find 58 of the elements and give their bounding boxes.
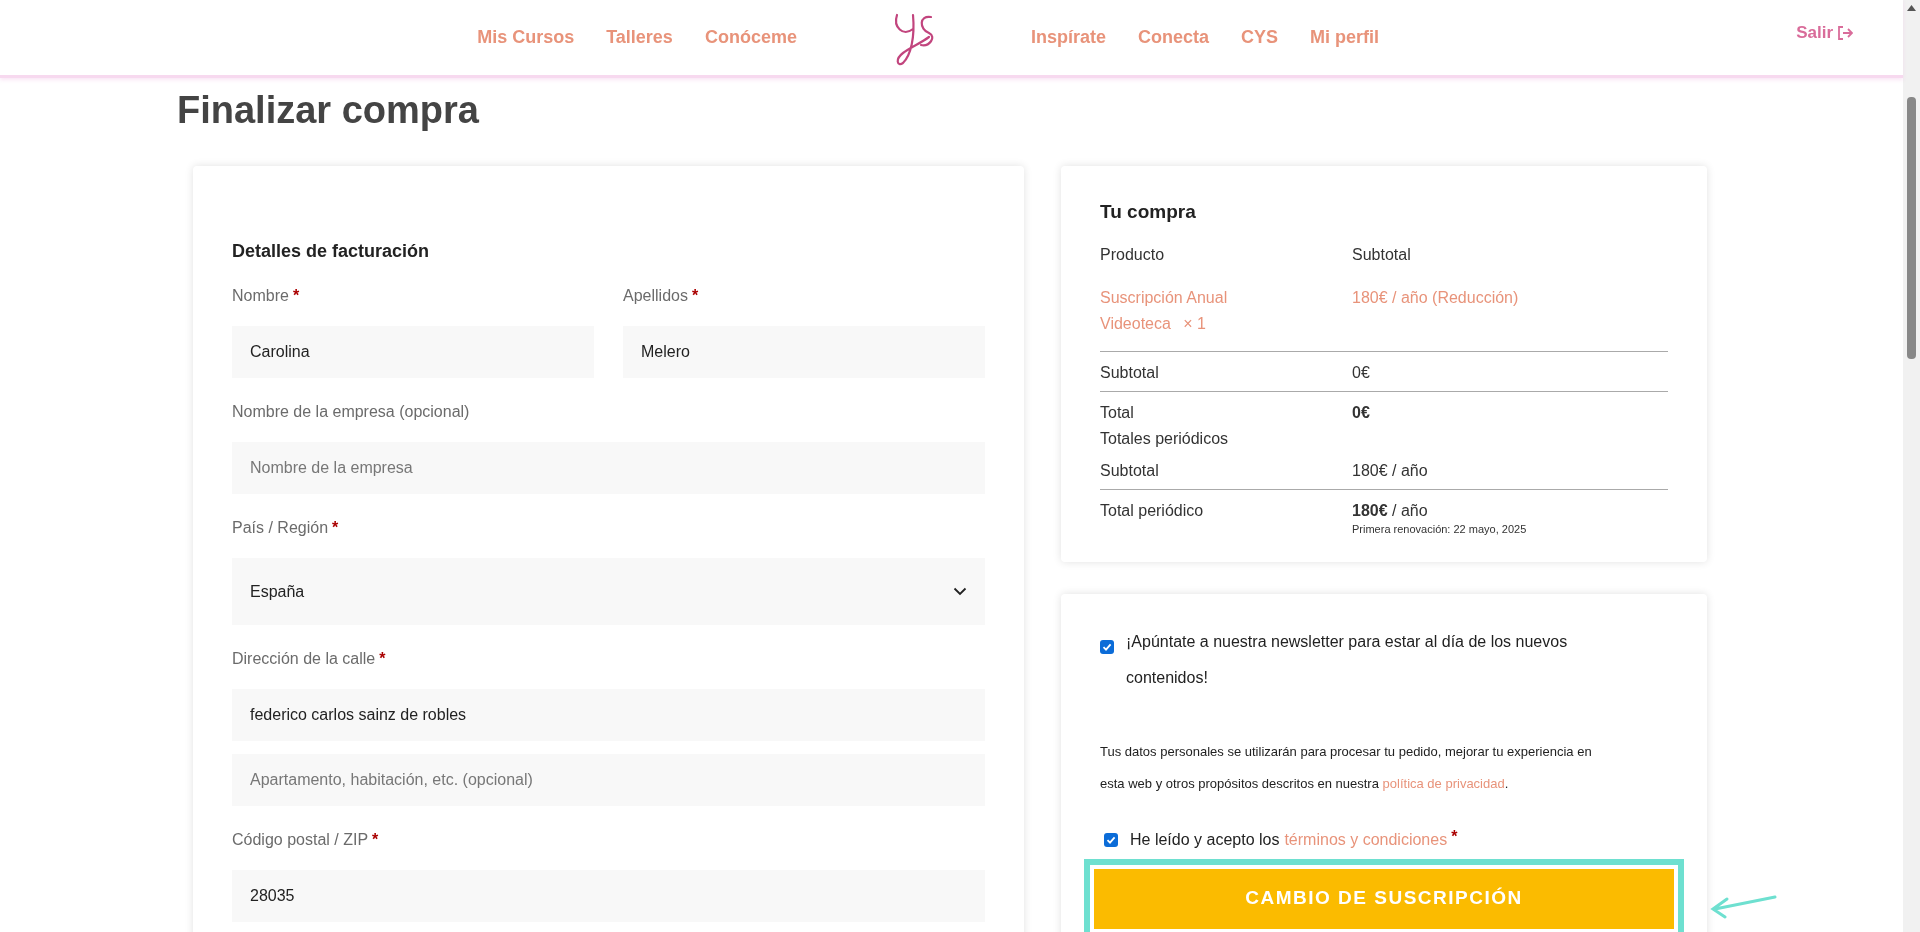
page-title: Finalizar compra bbox=[177, 88, 480, 133]
summary-label: Total periódico bbox=[1100, 500, 1205, 521]
required-mark: * bbox=[372, 830, 379, 850]
field-label: Código postal / ZIP bbox=[232, 830, 369, 850]
summary-label: Total bbox=[1100, 402, 1135, 423]
checkbox[interactable] bbox=[1104, 832, 1118, 847]
product-price: 180€ / año (Reducción) bbox=[1352, 287, 1519, 308]
logout-link[interactable]: Salir bbox=[1796, 19, 1853, 46]
input-field[interactable]: Melero bbox=[623, 326, 985, 378]
nav-link[interactable]: Inspírate bbox=[1030, 24, 1106, 51]
product-name: Suscripción Anual Videoteca × 1 bbox=[1100, 288, 1228, 332]
scrollbar-thumb[interactable] bbox=[1907, 97, 1916, 359]
field-label: País / Región bbox=[232, 518, 329, 538]
terms-link[interactable]: términos y condiciones bbox=[1284, 827, 1448, 852]
scrollbar[interactable] bbox=[1903, 0, 1920, 932]
checkbox[interactable] bbox=[1100, 639, 1114, 654]
renewal-note: Primera renovación: 22 mayo, 2025 bbox=[1352, 522, 1527, 536]
privacy-policy-link[interactable]: política de privacidad bbox=[1382, 775, 1505, 791]
summary-value: 180€ / año bbox=[1352, 500, 1429, 521]
section-title: Detalles de facturación bbox=[232, 240, 431, 262]
required-mark: * bbox=[691, 286, 699, 306]
nav-link[interactable]: Conóceme bbox=[704, 24, 797, 51]
summary-value: 0€ bbox=[1352, 362, 1370, 383]
field-label: Apellidos bbox=[623, 286, 688, 306]
country-select[interactable]: España bbox=[232, 558, 985, 625]
nav-link[interactable]: Mi perfil bbox=[1310, 24, 1379, 51]
field-label: Nombre de la empresa (opcional) bbox=[232, 402, 470, 422]
input-field[interactable]: 28035 bbox=[232, 870, 985, 922]
newsletter-label: ¡Apúntate a nuestra newsletter para estar al día de los nuevos contenidos! bbox=[1126, 631, 1569, 688]
nav-link[interactable]: CYS bbox=[1240, 24, 1278, 51]
required-mark: * bbox=[292, 286, 300, 306]
summary-label: Subtotal bbox=[1100, 460, 1160, 481]
input-field[interactable]: Carolina bbox=[232, 326, 594, 378]
column-header: Producto bbox=[1100, 244, 1166, 265]
nav-link[interactable]: Talleres bbox=[606, 24, 673, 51]
required-mark: * bbox=[332, 518, 339, 538]
submit-button[interactable]: CAMBIO DE SUSCRIPCIÓN bbox=[1094, 868, 1674, 929]
chevron-down-icon bbox=[953, 587, 967, 596]
field-label: Dirección de la calle bbox=[232, 649, 376, 669]
scroll-up-icon bbox=[1907, 5, 1916, 11]
column-header: Subtotal bbox=[1352, 244, 1411, 265]
required-mark: * bbox=[379, 649, 386, 669]
nav-link[interactable]: Conecta bbox=[1137, 24, 1209, 51]
section-title: Tu compra bbox=[1100, 200, 1197, 224]
input-field[interactable]: federico carlos sainz de robles bbox=[232, 689, 985, 741]
summary-heading: Totales periódicos bbox=[1100, 428, 1229, 449]
arrow-icon bbox=[1709, 894, 1777, 919]
logout-icon bbox=[1837, 25, 1853, 40]
input-field[interactable]: Apartamento, habitación, etc. (opcional) bbox=[232, 754, 985, 806]
privacy-notice: Tus datos personales se utilizarán para procesar tu pedido, mejorar tu experiencia en esta web y otros propósitos descritos en nuestra política de privacidad. bbox=[1100, 742, 1593, 793]
nav-link[interactable]: Mis Cursos bbox=[477, 24, 575, 51]
required-mark: * bbox=[1451, 826, 1458, 847]
input-field[interactable]: Nombre de la empresa bbox=[232, 442, 985, 494]
field-label: Nombre bbox=[232, 286, 289, 306]
summary-label: Subtotal bbox=[1100, 362, 1160, 383]
summary-value: 180€ / año bbox=[1352, 460, 1428, 481]
summary-value: 0€ bbox=[1352, 402, 1370, 423]
terms-label: He leído y acepto los bbox=[1130, 829, 1280, 850]
